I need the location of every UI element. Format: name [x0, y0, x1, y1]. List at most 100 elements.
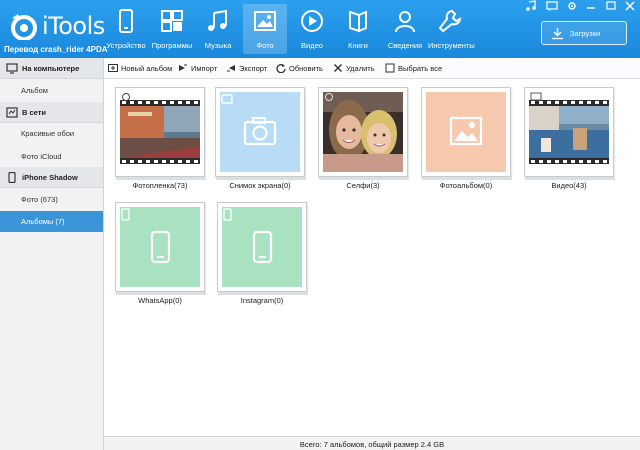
toolbar-label: Обновить: [289, 64, 323, 73]
feedback-icon[interactable]: [545, 0, 559, 12]
toolbar-label: Удалить: [346, 64, 375, 73]
album-camera-roll[interactable]: Фотопленка(73): [115, 87, 206, 190]
music-mini-icon[interactable]: [524, 0, 538, 12]
add-album-icon: [108, 64, 118, 72]
toolbar-label: Экспорт: [239, 64, 268, 73]
import-button[interactable]: Импорт: [178, 58, 222, 79]
album-selfies[interactable]: Селфи(3): [318, 87, 409, 190]
export-icon: [227, 65, 235, 72]
phone-icon: [8, 172, 16, 183]
downloads-label: Загрузки: [570, 29, 601, 38]
album-name: Видео(43): [551, 181, 587, 190]
monitor-icon: [6, 63, 18, 74]
photo-icon: [254, 11, 276, 31]
nav-books[interactable]: Книги: [338, 4, 378, 54]
album-art: [222, 207, 302, 287]
downloads-button[interactable]: Загрузки: [541, 21, 627, 45]
camera-icon: [221, 94, 277, 146]
album-videos[interactable]: Видео(43): [524, 87, 615, 190]
itools-logo-icon: [11, 14, 37, 40]
book-icon: [349, 10, 367, 33]
nav-device[interactable]: Устройство: [106, 4, 146, 54]
top-bar: iTools Перевод crash_rider 4PDA Устройст…: [0, 0, 640, 58]
refresh-button[interactable]: Обновить: [276, 58, 326, 79]
nav-label: Сведения: [387, 41, 423, 50]
sidebar-item-albums[interactable]: Альбомы (7): [0, 211, 103, 232]
sidebar: На компьютере Альбом В сети Красивые обо…: [0, 58, 104, 450]
album-thumbnail[interactable]: [215, 87, 306, 180]
download-icon: [552, 28, 563, 40]
album-thumbnail[interactable]: [115, 202, 206, 295]
app-subtitle: Перевод crash_rider 4PDA: [4, 45, 108, 54]
album-whatsapp[interactable]: WhatsApp(0): [115, 202, 206, 305]
checkbox-icon: [385, 63, 395, 73]
album-shadow-bar: [116, 292, 206, 295]
sidebar-item-label: Альбом: [21, 86, 48, 95]
import-icon: [179, 64, 187, 71]
album-art: [323, 92, 403, 172]
album-instagram[interactable]: Instagram(0): [217, 202, 308, 305]
music-icon: [208, 9, 227, 31]
album-shadow-bar: [319, 177, 409, 180]
nav-info[interactable]: Сведения: [385, 4, 425, 54]
album-thumbnail[interactable]: [115, 87, 206, 180]
album-name: Селфи(3): [346, 181, 380, 190]
sidebar-header-device[interactable]: iPhone Shadow: [0, 167, 103, 188]
nav-label: Устройство: [106, 41, 146, 50]
delete-x-icon: [334, 64, 342, 72]
album-thumbnail[interactable]: [524, 87, 615, 180]
phone-icon: [223, 208, 273, 264]
album-photo-album[interactable]: Фотоальбом(0): [421, 87, 512, 190]
nav-video[interactable]: Видео: [292, 4, 332, 54]
close-icon[interactable]: [623, 0, 637, 12]
toolbar-label: Импорт: [191, 64, 218, 73]
album-art: [220, 92, 300, 172]
sidebar-item-label: Красивые обои: [21, 129, 75, 138]
select-all-button[interactable]: Выбрать все: [385, 58, 445, 79]
sidebar-item-label: Альбомы (7): [21, 217, 65, 226]
sidebar-item-icloud[interactable]: Фото iCloud: [0, 146, 103, 167]
album-thumbnail[interactable]: [421, 87, 512, 180]
album-art: [426, 92, 506, 172]
sidebar-header-computer[interactable]: На компьютере: [0, 58, 103, 79]
album-name: Фотоальбом(0): [439, 181, 493, 190]
new-album-button[interactable]: Новый альбом: [108, 58, 174, 79]
sidebar-item-photos[interactable]: Фото (673): [0, 189, 103, 210]
toolbar-label: Выбрать все: [398, 64, 443, 73]
album-screenshots[interactable]: Снимок экрана(0): [215, 87, 306, 190]
status-bar: Всего: 7 альбомов, общий размер 2.4 GB: [104, 436, 640, 450]
sidebar-header-online[interactable]: В сети: [0, 102, 103, 123]
sidebar-item-wallpapers[interactable]: Красивые обои: [0, 123, 103, 144]
sidebar-item-album[interactable]: Альбом: [0, 80, 103, 101]
nav-music[interactable]: Музыка: [198, 4, 238, 54]
nav-photo[interactable]: Фото: [243, 4, 287, 54]
nav-label: Программы: [151, 41, 193, 50]
export-button[interactable]: Экспорт: [226, 58, 274, 79]
album-shadow-bar: [422, 177, 512, 180]
album-name: Instagram(0): [240, 296, 284, 305]
nav-label: Музыка: [204, 41, 232, 50]
phone-icon: [119, 9, 133, 33]
nav-tools[interactable]: Инструменты: [428, 4, 475, 54]
sidebar-item-label: Фото (673): [21, 195, 58, 204]
album-thumbnail[interactable]: [217, 202, 308, 295]
app-logo: iTools Перевод crash_rider 4PDA: [4, 6, 108, 56]
album-shadow-bar: [216, 177, 306, 180]
sidebar-header-label: На компьютере: [22, 64, 80, 73]
maximize-icon[interactable]: [604, 0, 618, 12]
status-text: Всего: 7 альбомов, общий размер 2.4 GB: [299, 440, 445, 449]
album-shadow-bar: [525, 177, 615, 180]
person-icon: [395, 11, 415, 33]
wrench-icon: [438, 9, 462, 33]
album-thumbnail[interactable]: [318, 87, 409, 180]
settings-icon[interactable]: [565, 0, 579, 12]
album-art: [120, 92, 200, 172]
album-art: [529, 92, 609, 172]
minimize-icon[interactable]: [584, 0, 598, 12]
album-name: WhatsApp(0): [138, 296, 182, 305]
selfie-photo-icon: [323, 92, 403, 172]
sidebar-item-label: Фото iCloud: [21, 152, 62, 161]
album-shadow-bar: [116, 177, 206, 180]
delete-button[interactable]: Удалить: [333, 58, 379, 79]
nav-apps[interactable]: Программы: [150, 4, 194, 54]
